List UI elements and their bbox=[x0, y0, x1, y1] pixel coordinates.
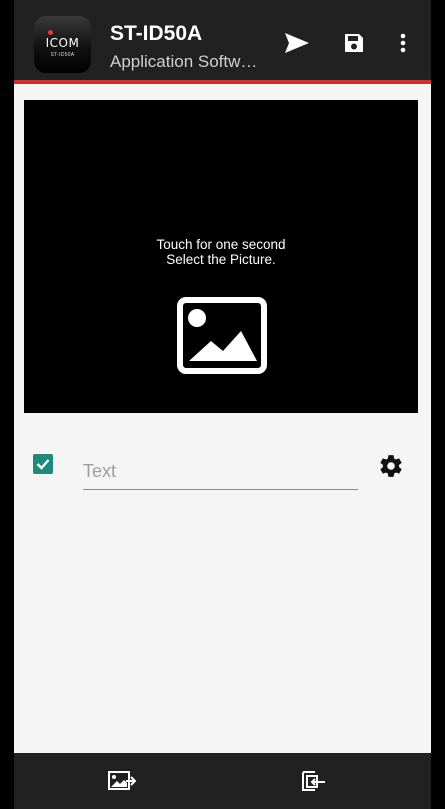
gear-icon[interactable] bbox=[378, 453, 404, 479]
preview-hint: Touch for one second Select the Picture. bbox=[24, 237, 418, 267]
checkmark-icon bbox=[36, 459, 50, 470]
save-icon bbox=[345, 34, 363, 52]
send-icon bbox=[285, 33, 309, 53]
text-enable-checkbox[interactable] bbox=[33, 454, 53, 474]
import-picture-button[interactable] bbox=[102, 763, 142, 799]
app-bar-accent-line bbox=[14, 80, 431, 84]
send-button[interactable] bbox=[282, 28, 312, 58]
app-title: ST-ID50A bbox=[110, 22, 203, 45]
hint-line-2: Select the Picture. bbox=[166, 252, 276, 267]
save-button[interactable] bbox=[339, 28, 369, 58]
text-input[interactable] bbox=[83, 450, 358, 490]
logo-wordmark: ICOM bbox=[45, 36, 80, 50]
app-logo: ICOM ST-ID50A bbox=[34, 16, 91, 73]
copy-export-button[interactable] bbox=[294, 763, 334, 799]
more-options-button[interactable] bbox=[388, 28, 418, 58]
more-vert-icon bbox=[400, 33, 406, 53]
app-bar: ICOM ST-ID50A ST-ID50A Application Softw… bbox=[14, 0, 431, 80]
picture-placeholder-icon bbox=[177, 297, 267, 374]
logo-dot bbox=[48, 30, 53, 35]
import-picture-icon bbox=[108, 771, 136, 790]
copy-export-icon bbox=[302, 771, 325, 791]
bottom-bar bbox=[14, 753, 431, 809]
hint-line-1: Touch for one second bbox=[156, 237, 286, 252]
app-screen: ICOM ST-ID50A ST-ID50A Application Softw… bbox=[14, 0, 431, 809]
logo-model: ST-ID50A bbox=[50, 52, 75, 58]
picture-preview[interactable]: Touch for one second Select the Picture. bbox=[24, 100, 418, 413]
app-subtitle: Application Softw… bbox=[110, 52, 258, 71]
